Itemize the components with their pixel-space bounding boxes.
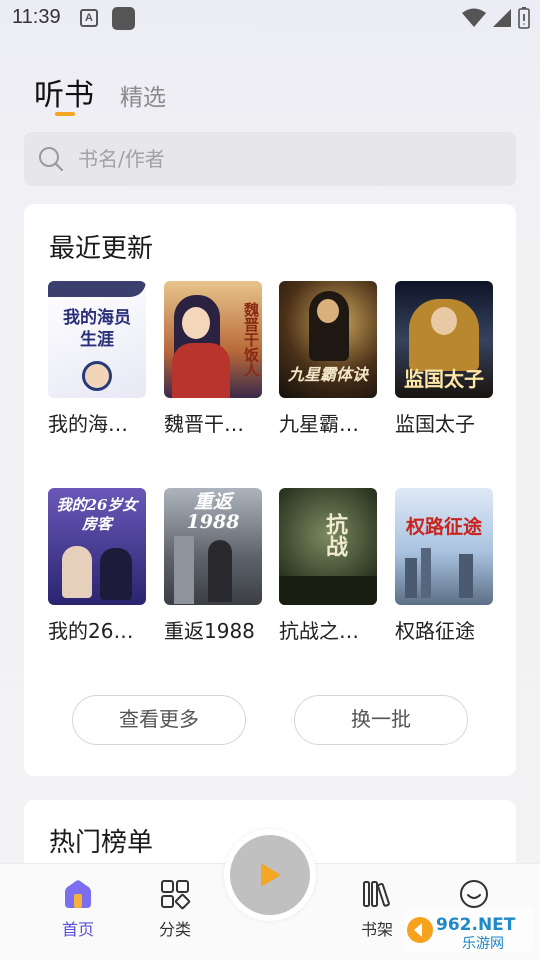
book-item[interactable]: 魏晋干饭人 魏晋干…: [164, 281, 262, 437]
category-icon: [161, 880, 191, 910]
book-title: 魏晋干…: [164, 412, 244, 436]
nav-home-label: 首页: [61, 920, 94, 939]
book-title: 权路征途: [395, 619, 475, 643]
book-item[interactable]: 权路征途 权路征途: [395, 488, 493, 644]
nav-shelf-label: 书架: [360, 920, 393, 939]
top-tabs: 听书 精选: [34, 70, 166, 114]
nav-shelf[interactable]: 书架: [347, 878, 407, 940]
book-title: 重返1988: [164, 619, 255, 643]
recent-updates-card: 最近更新 我的海员生涯 我的海… 魏晋干饭人 魏晋干… 九星霸体诀 九星霸… 监…: [24, 204, 516, 776]
book-title: 我的海…: [48, 412, 128, 436]
section-title-hot: 热门榜单: [49, 828, 154, 858]
keyboard-a-icon: A: [80, 9, 98, 27]
refresh-batch-button[interactable]: 换一批: [294, 695, 468, 745]
book-item[interactable]: 九星霸体诀 九星霸…: [279, 281, 377, 437]
book-cover-text: 抗战: [322, 513, 348, 557]
search-icon: [39, 147, 64, 172]
notification-icon: [112, 7, 135, 30]
watermark-line2: 乐游网: [462, 936, 504, 952]
book-title: 我的26…: [48, 619, 134, 643]
nav-home[interactable]: 首页: [48, 878, 108, 940]
book-cover-text: 魏晋干饭人: [242, 301, 260, 377]
play-icon: [261, 864, 280, 886]
status-bar: 11:39 A: [0, 0, 540, 38]
search-bar[interactable]: [24, 132, 516, 186]
book-item[interactable]: 抗战 抗战之…: [279, 488, 377, 644]
status-icons: [462, 7, 530, 29]
tab-listen[interactable]: 听书: [34, 70, 94, 114]
signal-icon: [493, 9, 511, 27]
book-cover-text: 我的海员生涯: [63, 308, 131, 350]
book-cover-text: 重返1988: [186, 491, 240, 533]
book-item[interactable]: 我的海员生涯 我的海…: [48, 281, 146, 437]
tab-featured[interactable]: 精选: [120, 78, 166, 112]
watermark-line1: 962.NET: [436, 915, 516, 935]
watermark-logo: 962.NET 乐游网: [402, 906, 536, 954]
book-item[interactable]: 重返1988 重返1988: [164, 488, 262, 644]
book-cover[interactable]: 我的海员生涯: [48, 281, 146, 398]
book-cover-text: 九星霸体诀: [287, 365, 368, 384]
status-time: 11:39: [12, 6, 61, 28]
wifi-icon: [462, 8, 486, 27]
play-button[interactable]: [230, 835, 310, 915]
player-button-ring: [224, 829, 316, 921]
book-title: 监国太子: [395, 412, 475, 436]
book-cover[interactable]: 监国太子: [395, 281, 493, 398]
view-more-button[interactable]: 查看更多: [72, 695, 246, 745]
book-cover[interactable]: 我的26岁女房客: [48, 488, 146, 605]
book-item[interactable]: 监国太子 监国太子: [395, 281, 493, 437]
section-title-recent: 最近更新: [49, 234, 154, 264]
book-cover[interactable]: 九星霸体诀: [279, 281, 377, 398]
book-title: 九星霸…: [279, 412, 359, 436]
book-item[interactable]: 我的26岁女房客 我的26…: [48, 488, 146, 644]
book-title: 抗战之…: [279, 619, 359, 643]
book-cover[interactable]: 重返1988: [164, 488, 262, 605]
book-cover[interactable]: 魏晋干饭人: [164, 281, 262, 398]
nav-category-label: 分类: [158, 920, 191, 939]
book-cover[interactable]: 权路征途: [395, 488, 493, 605]
book-cover-text: 监国太子: [404, 367, 484, 391]
bookshelf-icon: [363, 881, 390, 907]
nav-category[interactable]: 分类: [145, 878, 205, 940]
book-cover-text: 我的26岁女房客: [56, 496, 138, 533]
home-icon: [65, 880, 91, 908]
search-input[interactable]: [78, 147, 478, 171]
tab-indicator: [55, 112, 75, 116]
book-cover-text: 权路征途: [405, 516, 482, 538]
battery-icon: [518, 7, 530, 29]
book-cover[interactable]: 抗战: [279, 488, 377, 605]
